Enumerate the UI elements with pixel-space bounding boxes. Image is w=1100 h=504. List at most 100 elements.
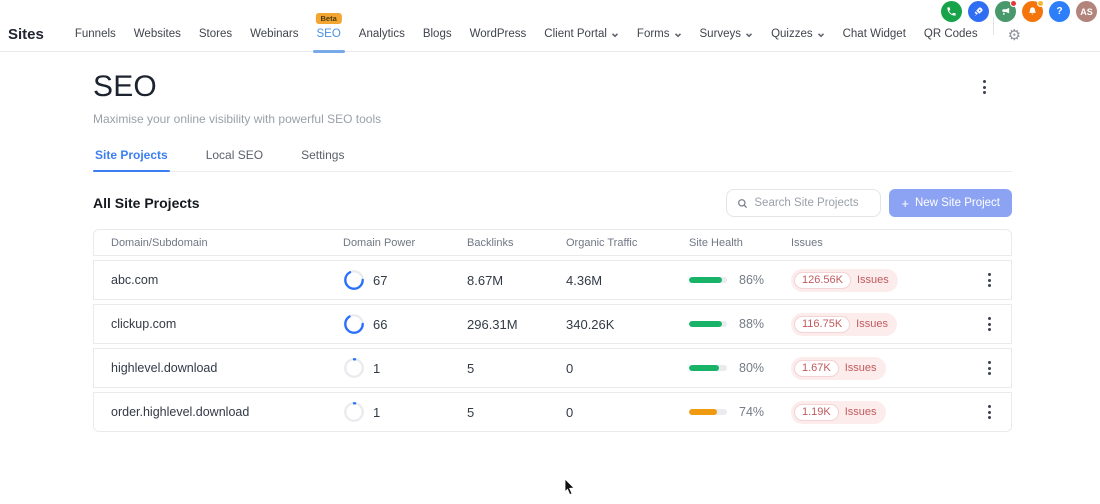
row-options-kebab-icon[interactable]: [984, 269, 995, 291]
health-bar: [689, 409, 727, 415]
app-brand: Sites: [8, 26, 44, 43]
organic-traffic-cell: 0: [566, 404, 574, 420]
issues-cell: 126.56K Issues: [791, 268, 967, 292]
issues-cell: 1.67K Issues: [791, 356, 967, 380]
beta-badge: Beta: [314, 12, 343, 25]
domain-cell[interactable]: order.highlevel.download: [111, 405, 343, 419]
nav-item-label: Webinars: [250, 28, 299, 40]
phone-icon[interactable]: [941, 1, 962, 22]
table-row: order.highlevel.download 1 5 0 74% 1.19K…: [93, 392, 1012, 432]
issues-label: Issues: [844, 406, 877, 418]
domain-power-ring: [344, 314, 364, 334]
primary-nav: Funnels Websites Stores Webinars Beta SE…: [66, 12, 987, 45]
nav-item-analytics[interactable]: Analytics: [350, 25, 414, 45]
search-icon: [738, 198, 748, 208]
issues-badge[interactable]: 1.67K Issues: [791, 356, 886, 380]
table-row: clickup.com 66 296.31M 340.26K 88% 116.7…: [93, 304, 1012, 344]
issues-cell: 116.75K Issues: [791, 312, 967, 336]
row-options-kebab-icon[interactable]: [984, 357, 995, 379]
col-domain-power: Domain Power: [343, 236, 416, 249]
col-issues: Issues: [791, 236, 823, 249]
rocket-icon[interactable]: [968, 1, 989, 22]
new-site-project-button[interactable]: + New Site Project: [889, 189, 1012, 217]
domain-power-cell: 1: [343, 401, 467, 423]
nav-item-label: Analytics: [358, 28, 405, 40]
health-percent: 80%: [739, 361, 765, 375]
backlinks-cell: 8.67M: [467, 272, 504, 288]
tab-local-seo[interactable]: Local SEO: [204, 142, 265, 171]
page-subtitle: Maximise your online visibility with pow…: [93, 112, 382, 126]
backlinks-cell: 296.31M: [467, 316, 518, 332]
page-options-kebab-icon[interactable]: [979, 76, 990, 98]
nav-item-label: Funnels: [74, 28, 116, 40]
bell-icon[interactable]: [1022, 0, 1044, 22]
row-options-kebab-icon[interactable]: [984, 401, 995, 423]
nav-item-websites[interactable]: Websites: [125, 25, 190, 45]
domain-power-cell: 67: [343, 269, 467, 291]
nav-item-qr-codes[interactable]: QR Codes: [915, 25, 987, 45]
nav-item-forms[interactable]: Forms: [628, 25, 691, 45]
chevron-down-icon: [611, 32, 618, 37]
health-percent: 86%: [739, 273, 765, 287]
issues-count: 116.75K: [794, 315, 851, 333]
issues-badge[interactable]: 126.56K Issues: [791, 268, 898, 292]
megaphone-icon[interactable]: [995, 0, 1017, 22]
help-icon[interactable]: ?: [1049, 1, 1070, 22]
domain-power-cell: 66: [343, 313, 467, 335]
domain-power-cell: 1: [343, 357, 467, 379]
sites-settings-gear-icon[interactable]: ⚙: [1004, 28, 1025, 45]
domain-cell[interactable]: clickup.com: [111, 317, 343, 331]
top-navigation-bar: Sites Funnels Websites Stores Webinars B…: [0, 0, 1100, 52]
issues-label: Issues: [844, 362, 877, 374]
nav-item-label: Stores: [198, 28, 233, 40]
row-options-kebab-icon[interactable]: [984, 313, 995, 335]
issues-badge[interactable]: 116.75K Issues: [791, 312, 897, 336]
plus-icon: +: [901, 195, 909, 211]
col-domain: Domain/Subdomain: [111, 236, 208, 249]
seo-tabs: Site Projects Local SEO Settings: [93, 142, 1012, 172]
notification-yellow-dot: [1037, 0, 1044, 7]
nav-item-surveys[interactable]: Surveys: [691, 25, 763, 45]
nav-item-wordpress[interactable]: WordPress: [461, 25, 536, 45]
domain-cell[interactable]: abc.com: [111, 273, 343, 287]
table-header-row: Domain/Subdomain Domain Power Backlinks …: [93, 229, 1012, 256]
section-heading: All Site Projects: [93, 195, 200, 211]
nav-item-label: Quizzes: [771, 28, 813, 40]
col-organic-traffic: Organic Traffic: [566, 236, 638, 249]
nav-item-client-portal[interactable]: Client Portal: [535, 25, 628, 45]
health-percent: 74%: [739, 405, 765, 419]
domain-power-value: 1: [373, 404, 381, 420]
chevron-down-icon: [674, 32, 681, 37]
avatar[interactable]: AS: [1076, 1, 1097, 22]
table-row: highlevel.download 1 5 0 80% 1.67K Issue…: [93, 348, 1012, 388]
issues-badge[interactable]: 1.19K Issues: [791, 400, 886, 424]
main-content: SEO Maximise your online visibility with…: [0, 52, 1100, 432]
issues-label: Issues: [856, 318, 888, 330]
nav-item-stores[interactable]: Stores: [190, 25, 241, 45]
backlinks-cell: 5: [467, 404, 475, 420]
nav-item-label: Blogs: [422, 28, 452, 40]
nav-item-webinars[interactable]: Webinars: [241, 25, 307, 45]
topbar-utility-icons: ? AS: [941, 0, 1097, 22]
nav-item-label: SEO: [316, 28, 341, 40]
nav-item-chat-widget[interactable]: Chat Widget: [834, 25, 915, 45]
domain-cell[interactable]: highlevel.download: [111, 361, 343, 375]
nav-item-funnels[interactable]: Funnels: [66, 25, 125, 45]
nav-item-quizzes[interactable]: Quizzes: [762, 25, 834, 45]
tab-site-projects[interactable]: Site Projects: [93, 142, 170, 172]
nav-item-blogs[interactable]: Blogs: [414, 25, 461, 45]
issues-label: Issues: [856, 274, 889, 286]
search-input[interactable]: [754, 197, 871, 209]
nav-item-label: QR Codes: [923, 28, 978, 40]
site-health-cell: 74%: [689, 405, 791, 419]
tab-settings[interactable]: Settings: [299, 142, 346, 171]
health-percent: 88%: [739, 317, 765, 331]
domain-power-value: 1: [373, 360, 381, 376]
domain-power-value: 67: [373, 272, 388, 288]
organic-traffic-cell: 340.26K: [566, 316, 615, 332]
issues-count: 126.56K: [794, 271, 851, 289]
search-site-projects-box[interactable]: [726, 189, 882, 217]
nav-item-seo[interactable]: Beta SEO: [308, 12, 350, 45]
page-title: SEO: [93, 70, 157, 103]
issues-cell: 1.19K Issues: [791, 400, 967, 424]
